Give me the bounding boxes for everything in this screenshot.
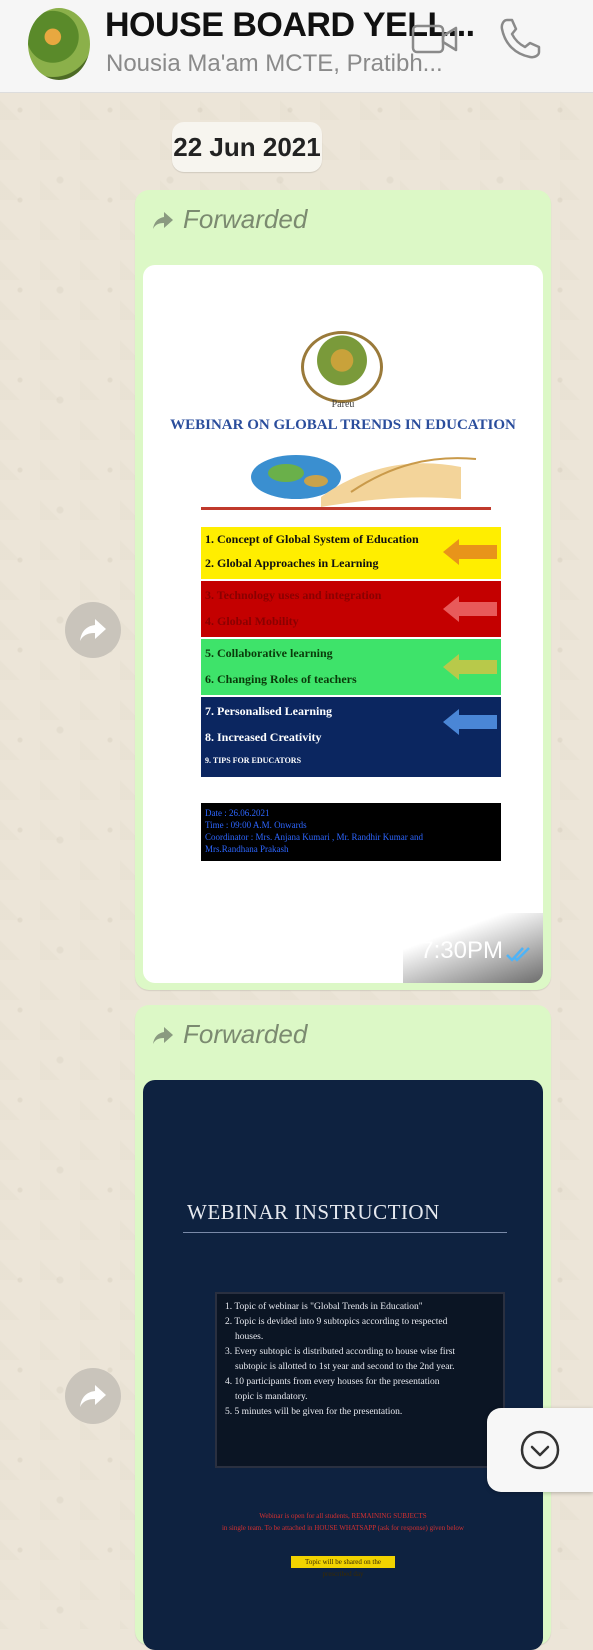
topic-item: 2. Global Approaches in Learning bbox=[205, 556, 379, 570]
house-arrow-icon bbox=[443, 539, 497, 565]
forwarded-arrow-icon bbox=[153, 211, 173, 229]
topic-item: 1. Concept of Global System of Education bbox=[205, 532, 419, 546]
house-arrow-icon bbox=[443, 596, 497, 622]
red-notice-line: in single team. To be attached in HOUSE … bbox=[221, 1524, 464, 1532]
topic-item: 7. Personalised Learning bbox=[205, 704, 333, 718]
blue-house-topics: 7. Personalised Learning 8. Increased Cr… bbox=[201, 697, 501, 777]
scroll-to-bottom-button[interactable] bbox=[487, 1408, 593, 1492]
message-time: 7:30PM bbox=[420, 937, 503, 964]
topic-item: 9. TIPS FOR EDUCATORS bbox=[205, 756, 302, 765]
event-date: Date : 26.06.2021 bbox=[205, 808, 270, 818]
globe-book-illustration bbox=[201, 455, 491, 510]
event-coordinators-cont: Mrs.Randhana Prakash bbox=[205, 844, 289, 854]
instruction-list: 1. Topic of webinar is "Global Trends in… bbox=[215, 1292, 505, 1468]
date-separator: 22 Jun 2021 bbox=[172, 122, 322, 172]
webinar-poster-image[interactable]: Pareu WEBINAR ON GLOBAL TRENDS IN EDUCAT… bbox=[143, 265, 543, 983]
topic-item: 4. Global Mobility bbox=[205, 614, 299, 628]
house-arrow-icon bbox=[443, 654, 497, 680]
poster-title: WEBINAR ON GLOBAL TRENDS IN EDUCATION bbox=[170, 417, 516, 433]
share-arrow-icon bbox=[80, 1385, 106, 1407]
house-arrow-icon bbox=[443, 709, 497, 735]
forward-message-button[interactable] bbox=[65, 1368, 121, 1424]
topic-item: 3. Technology uses and integration bbox=[205, 588, 382, 602]
group-avatar[interactable] bbox=[28, 8, 90, 80]
topic-item: 8. Increased Creativity bbox=[205, 730, 322, 744]
topic-item: 6. Changing Roles of teachers bbox=[205, 672, 357, 686]
instruction-item: 4. 10 participants from every houses for… bbox=[225, 1377, 440, 1387]
forwarded-arrow-icon bbox=[153, 1026, 173, 1044]
institute-logo bbox=[301, 331, 383, 403]
forwarded-label: Forwarded bbox=[151, 1019, 307, 1050]
forwarded-text: Forwarded bbox=[183, 1019, 308, 1049]
video-call-icon[interactable] bbox=[410, 14, 460, 64]
message-bubble[interactable]: Forwarded Pareu WEBINAR ON GLOBAL TRENDS… bbox=[135, 190, 551, 990]
forward-message-button[interactable] bbox=[65, 602, 121, 658]
title-divider bbox=[183, 1232, 507, 1233]
event-details: Date : 26.06.2021 Time : 09:00 A.M. Onwa… bbox=[201, 803, 501, 861]
voice-call-icon[interactable] bbox=[495, 14, 545, 64]
instruction-item: 5. 5 minutes will be given for the prese… bbox=[225, 1407, 403, 1417]
chat-header: HOUSE BOARD YELL... Nousia Ma'am MCTE, P… bbox=[0, 0, 593, 93]
group-members[interactable]: Nousia Ma'am MCTE, Pratibh... bbox=[106, 50, 443, 78]
message-bubble[interactable]: Forwarded WEBINAR INSTRUCTION 1. Topic o… bbox=[135, 1005, 551, 1650]
event-coordinators: Coordinator : Mrs. Anjana Kumari , Mr. R… bbox=[205, 832, 423, 842]
instruction-item: 3. Every subtopic is distributed accordi… bbox=[225, 1347, 456, 1357]
forwarded-label: Forwarded bbox=[151, 204, 307, 235]
yellow-notice: Topic will be shared on the prescribed d… bbox=[291, 1556, 395, 1578]
instruction-item: 2. Topic is devided into 9 subtopics acc… bbox=[225, 1317, 448, 1327]
share-arrow-icon bbox=[80, 619, 106, 641]
instruction-item: topic is mandatory. bbox=[235, 1392, 308, 1402]
instruction-item: houses. bbox=[235, 1332, 264, 1342]
read-receipt-icon bbox=[506, 947, 530, 962]
instruction-item: subtopic is allotted to 1st year and sec… bbox=[235, 1362, 455, 1372]
logo-caption: Pareu bbox=[331, 399, 355, 410]
red-house-topics: 3. Technology uses and integration 4. Gl… bbox=[201, 581, 501, 637]
event-time: Time : 09:00 A.M. Onwards bbox=[205, 820, 307, 830]
red-notice-line: Webinar is open for all students, REMAIN… bbox=[259, 1512, 427, 1520]
green-house-topics: 5. Collaborative learning 6. Changing Ro… bbox=[201, 639, 501, 695]
forwarded-text: Forwarded bbox=[183, 204, 308, 234]
instruction-item: 1. Topic of webinar is "Global Trends in… bbox=[225, 1302, 423, 1312]
webinar-instruction-image[interactable]: WEBINAR INSTRUCTION 1. Topic of webinar … bbox=[143, 1080, 543, 1650]
topic-item: 5. Collaborative learning bbox=[205, 646, 333, 660]
yellow-house-topics: 1. Concept of Global System of Education… bbox=[201, 527, 501, 579]
instruction-title: WEBINAR INSTRUCTION bbox=[187, 1200, 440, 1224]
red-notice: Webinar is open for all students, REMAIN… bbox=[173, 1510, 513, 1534]
chevron-down-circle-icon bbox=[520, 1430, 560, 1470]
